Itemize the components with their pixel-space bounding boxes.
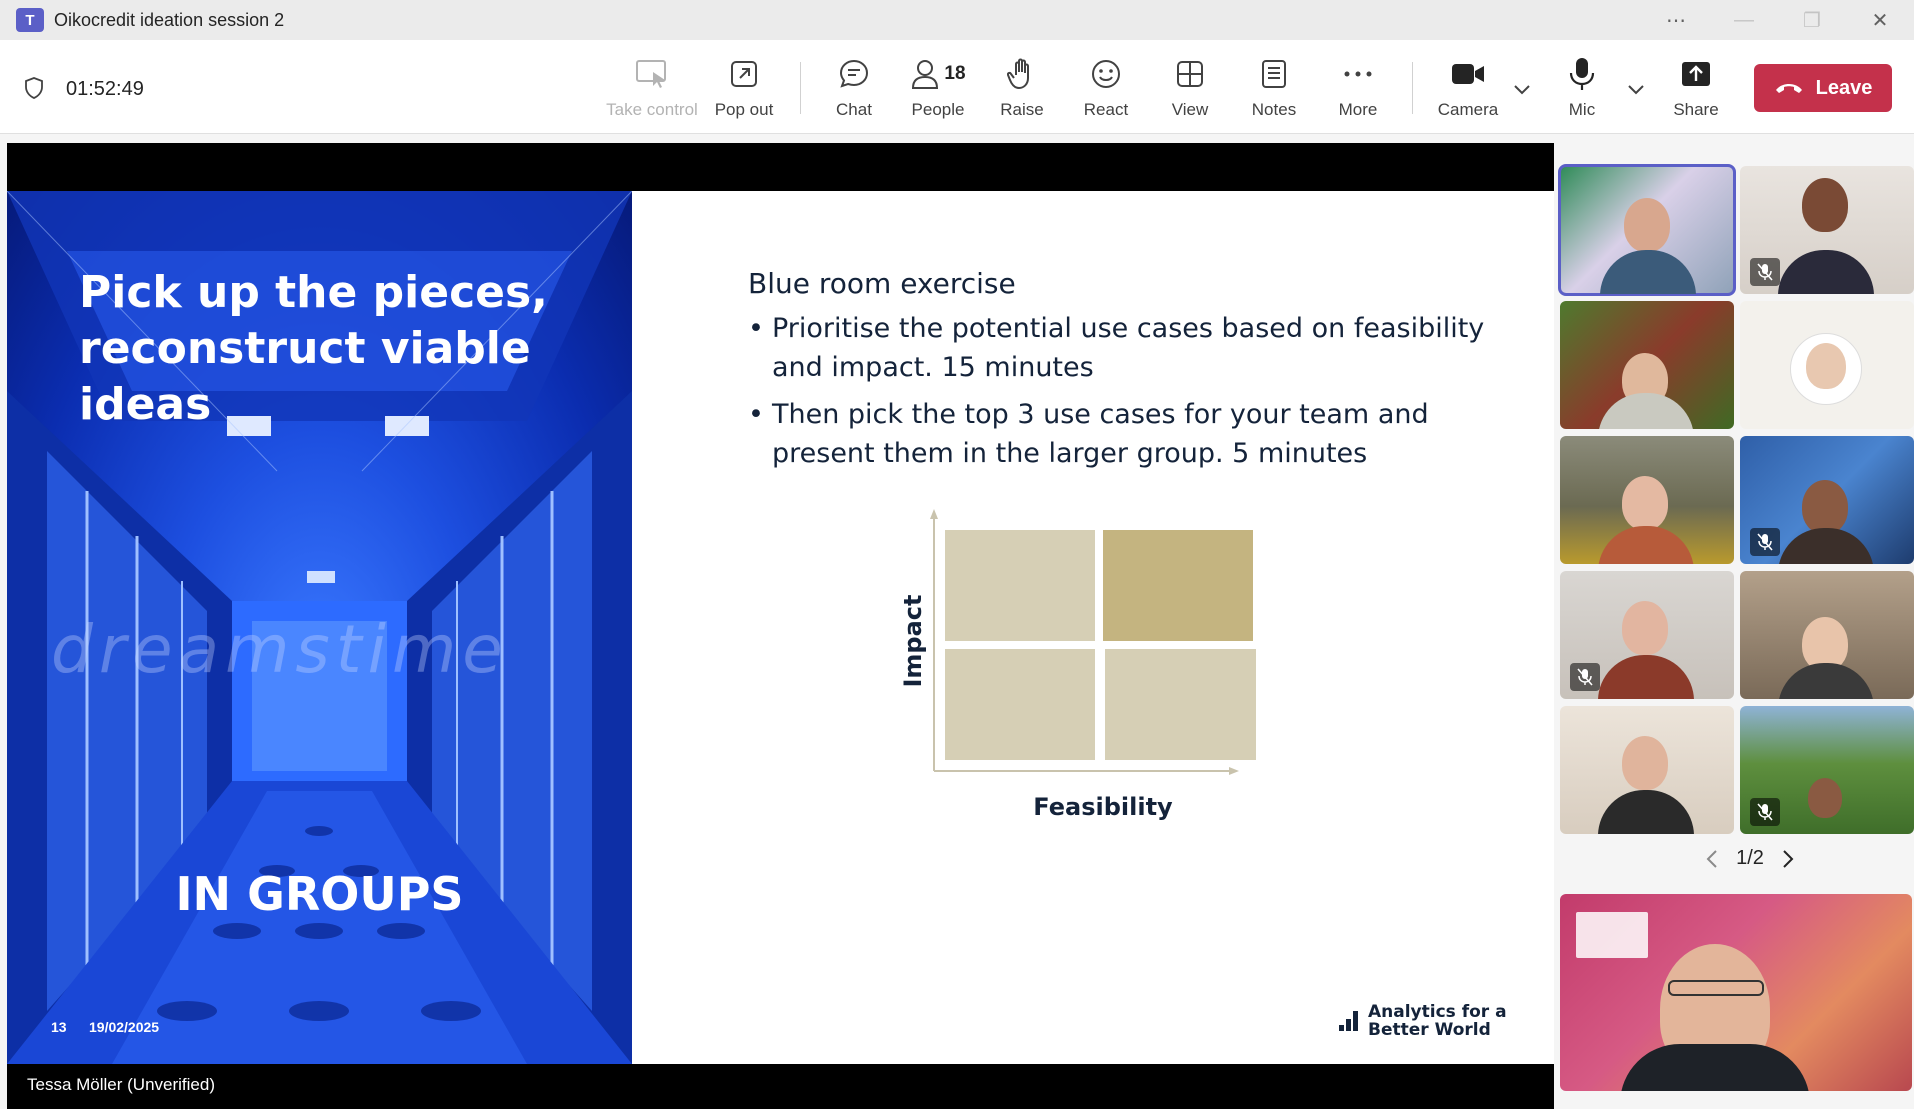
- y-axis-label: Impact: [899, 594, 927, 687]
- matrix-cell-low-feasibility-low-impact: [945, 649, 1095, 760]
- chat-button[interactable]: Chat: [806, 54, 902, 126]
- chevron-left-icon[interactable]: [1706, 849, 1718, 869]
- microphone-icon: [1569, 54, 1595, 94]
- muted-mic-icon: [1750, 528, 1780, 556]
- impact-feasibility-matrix: Impact Feasibility: [899, 509, 1256, 821]
- notes-icon: [1260, 54, 1288, 94]
- participant-tile[interactable]: [1560, 436, 1734, 564]
- exercise-title: Blue room exercise: [748, 267, 1016, 300]
- meeting-toolbar: 01:52:49 Take control Pop out Chat 18 Pe…: [0, 40, 1914, 134]
- minimize-icon[interactable]: —: [1710, 0, 1778, 40]
- watermark: dreamstime: [51, 611, 509, 688]
- hang-up-icon: [1775, 84, 1802, 93]
- gallery-pager: 1/2: [1670, 847, 1830, 870]
- presenter-video-tile[interactable]: [1560, 894, 1912, 1091]
- x-axis-label: Feasibility: [1033, 793, 1173, 821]
- mic-options-chevron-icon[interactable]: [1624, 78, 1648, 102]
- presenter-name: Tessa Möller (Unverified): [27, 1075, 215, 1094]
- page-indicator: 1/2: [1736, 847, 1764, 869]
- share-icon: [1680, 54, 1712, 94]
- camera-icon: [1451, 54, 1485, 94]
- brand-line-1: Analytics for a: [1368, 1002, 1507, 1022]
- pop-out-button[interactable]: Pop out: [696, 54, 792, 126]
- mic-button[interactable]: Mic: [1534, 54, 1630, 126]
- slide-heading: Pick up the pieces, reconstruct viable i…: [79, 267, 548, 430]
- matrix-cell-high-feasibility-high-impact: [1103, 530, 1253, 641]
- teams-icon: T: [16, 8, 44, 32]
- more-options-icon[interactable]: ⋯: [1642, 0, 1710, 40]
- camera-options-chevron-icon[interactable]: [1510, 78, 1534, 102]
- presentation-slide: Pick up the pieces, reconstruct viable i…: [7, 191, 1554, 1064]
- participant-tile[interactable]: [1740, 166, 1914, 294]
- muted-mic-icon: [1750, 798, 1780, 826]
- matrix-cell-high-feasibility-low-impact: [1105, 649, 1256, 760]
- muted-mic-icon: [1570, 663, 1600, 691]
- slide-number: 13: [51, 1019, 67, 1035]
- brand-logo: Analytics for a Better World: [1339, 1003, 1507, 1039]
- camera-button[interactable]: Camera: [1420, 54, 1516, 126]
- participant-tile[interactable]: [1740, 571, 1914, 699]
- exercise-bullets: Prioritise the potential use cases based…: [748, 309, 1508, 481]
- shield-icon: [25, 77, 43, 99]
- window-title: Oikocredit ideation session 2: [54, 9, 285, 30]
- more-button[interactable]: More: [1310, 54, 1406, 126]
- restore-icon[interactable]: ❐: [1778, 0, 1846, 40]
- take-control-button[interactable]: Take control: [604, 54, 700, 126]
- slide-date: 19/02/2025: [89, 1019, 160, 1035]
- notes-button[interactable]: Notes: [1226, 54, 1322, 126]
- smiley-icon: [1090, 54, 1122, 94]
- grid-view-icon: [1175, 54, 1205, 94]
- bar-chart-logo-icon: [1339, 1011, 1360, 1031]
- participant-tile[interactable]: [1558, 164, 1736, 296]
- participant-tile[interactable]: [1740, 301, 1914, 429]
- close-icon[interactable]: ✕: [1846, 0, 1914, 40]
- pop-out-icon: [729, 54, 759, 94]
- meeting-timer: 01:52:49: [66, 78, 144, 100]
- people-count: 18: [944, 63, 966, 84]
- title-bar: T Oikocredit ideation session 2 ⋯ — ❐ ✕: [0, 0, 1914, 40]
- participant-tile[interactable]: [1560, 706, 1734, 834]
- muted-mic-icon: [1750, 258, 1780, 286]
- participant-tile[interactable]: [1740, 436, 1914, 564]
- people-button[interactable]: 18 People: [890, 54, 986, 126]
- react-button[interactable]: React: [1058, 54, 1154, 126]
- slide-image-server-room: Pick up the pieces, reconstruct viable i…: [7, 191, 632, 1064]
- shared-screen: Pick up the pieces, reconstruct viable i…: [7, 143, 1554, 1109]
- people-icon: [912, 60, 939, 89]
- participant-tile[interactable]: [1560, 301, 1734, 429]
- chat-icon: [838, 54, 870, 94]
- more-dots-icon: [1343, 54, 1373, 94]
- share-button[interactable]: Share: [1648, 54, 1744, 126]
- bullet-item: Prioritise the potential use cases based…: [748, 309, 1508, 387]
- take-control-icon: [635, 54, 669, 94]
- hand-icon: [1007, 54, 1037, 94]
- brand-line-2: Better World: [1368, 1020, 1491, 1040]
- matrix-cell-low-feasibility-high-impact: [945, 530, 1095, 641]
- bullet-item: Then pick the top 3 use cases for your t…: [748, 395, 1508, 473]
- leave-button[interactable]: Leave: [1754, 64, 1892, 112]
- participant-tile[interactable]: [1740, 706, 1914, 834]
- view-button[interactable]: View: [1142, 54, 1238, 126]
- raise-hand-button[interactable]: Raise: [974, 54, 1070, 126]
- participant-tile[interactable]: [1560, 571, 1734, 699]
- chevron-right-icon[interactable]: [1782, 849, 1794, 869]
- in-groups-label: IN GROUPS: [175, 867, 464, 921]
